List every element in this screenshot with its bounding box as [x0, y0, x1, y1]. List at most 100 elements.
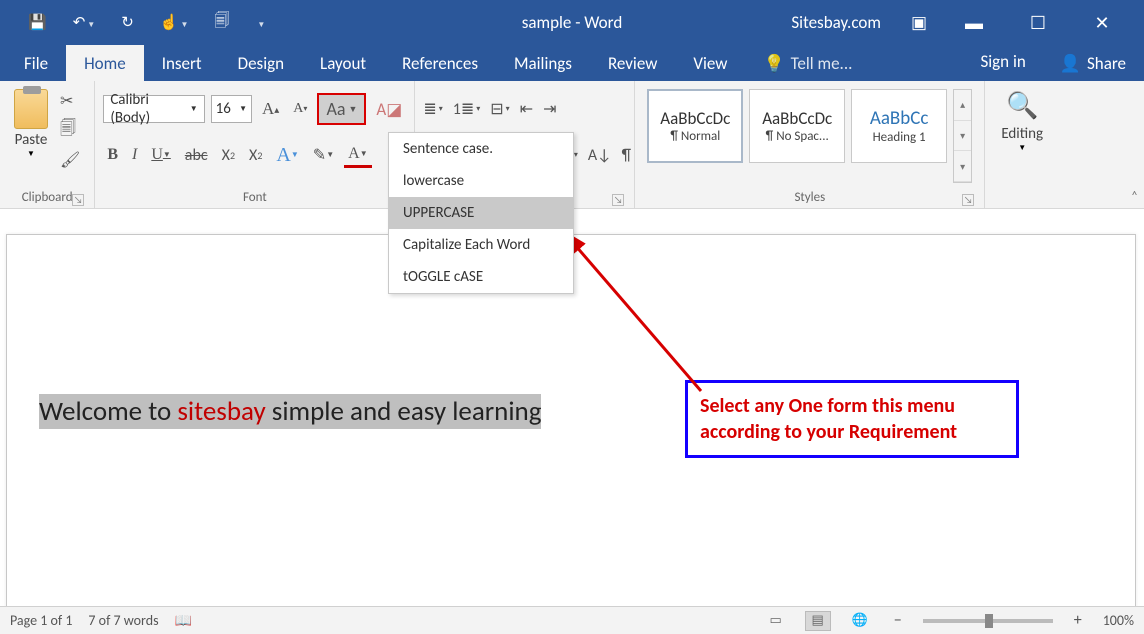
paragraph-launcher-icon[interactable]: ↘: [612, 194, 624, 206]
style-normal[interactable]: AaBbCcDc ¶ Normal: [647, 89, 743, 163]
editing-label[interactable]: Editing: [1001, 125, 1043, 143]
find-icon[interactable]: 🔍: [1006, 89, 1038, 121]
styles-gallery-more[interactable]: ▴ ▾ ▾: [953, 89, 972, 183]
chevron-down-icon: ▼: [348, 104, 357, 115]
minimize-icon[interactable]: ▬: [957, 12, 991, 34]
share-button[interactable]: 👤 Share: [1042, 45, 1144, 81]
maximize-icon[interactable]: ☐: [1021, 12, 1055, 34]
paste-label: Paste: [15, 131, 48, 149]
collapse-ribbon-icon[interactable]: ˄: [1131, 189, 1138, 204]
document-text[interactable]: Welcome to sitesbay simple and easy lear…: [39, 395, 541, 428]
undo-icon[interactable]: ↶▼: [65, 7, 104, 38]
print-layout-icon[interactable]: ▤: [805, 611, 831, 631]
cut-icon[interactable]: ✂: [60, 91, 80, 111]
show-marks-icon[interactable]: ¶: [622, 146, 631, 165]
change-case-menu: Sentence case. lowercase UPPERCASE Capit…: [388, 132, 574, 294]
superscript-button[interactable]: X2: [245, 144, 266, 167]
numbering-icon[interactable]: 1≣▾: [453, 99, 481, 119]
share-label: Share: [1087, 53, 1126, 74]
tab-references[interactable]: References: [384, 45, 496, 81]
tell-me-label: Tell me...: [791, 53, 853, 74]
font-size-selector[interactable]: 16▼: [211, 95, 252, 123]
menu-sentence-case[interactable]: Sentence case.: [389, 133, 573, 165]
font-color-icon[interactable]: A▼: [344, 143, 371, 168]
strikethrough-button[interactable]: abc: [181, 144, 212, 167]
web-layout-icon[interactable]: 🌐: [847, 611, 873, 631]
font-name-selector[interactable]: Calibri (Body)▼: [103, 95, 204, 123]
style-sample: AaBbCcDc: [762, 108, 832, 129]
title-bar: 💾 ↶▼ ↻ ☝▼ 🗐 ▼ sample - Word Sitesbay.com…: [0, 0, 1144, 45]
group-styles: AaBbCcDc ¶ Normal AaBbCcDc ¶ No Spac... …: [635, 81, 985, 208]
menu-lowercase[interactable]: lowercase: [389, 165, 573, 197]
spellcheck-icon[interactable]: 📖: [175, 612, 192, 629]
status-bar: Page 1 of 1 7 of 7 words 📖 ▭ ▤ 🌐 − + 100…: [0, 606, 1144, 634]
paste-caret-icon: ▼: [27, 149, 35, 159]
increase-indent-icon[interactable]: ⇥: [543, 99, 556, 119]
zoom-slider[interactable]: [923, 619, 1053, 623]
copy-icon[interactable]: 🗐: [60, 117, 80, 144]
brand-text: Sitesbay.com: [791, 12, 881, 33]
qat-customize-icon[interactable]: ▼: [247, 8, 273, 38]
ribbon-display-icon[interactable]: ▣: [911, 12, 927, 33]
status-words[interactable]: 7 of 7 words: [88, 612, 158, 629]
tab-design[interactable]: Design: [220, 45, 302, 81]
share-icon: 👤: [1060, 53, 1081, 74]
tab-mailings[interactable]: Mailings: [496, 45, 590, 81]
tab-layout[interactable]: Layout: [302, 45, 384, 81]
underline-button[interactable]: U ▼: [147, 144, 174, 166]
zoom-in-button[interactable]: +: [1069, 611, 1087, 630]
tab-insert[interactable]: Insert: [144, 45, 220, 81]
clipboard-launcher-icon[interactable]: ↘: [72, 194, 84, 206]
font-group-label: Font ↘: [103, 187, 406, 208]
italic-button[interactable]: I: [128, 144, 141, 166]
style-heading1[interactable]: AaBbCc Heading 1: [851, 89, 947, 163]
change-case-label: Aa: [326, 98, 345, 120]
multilevel-list-icon[interactable]: ⊟▾: [490, 99, 509, 119]
shrink-font-icon[interactable]: A▾: [289, 99, 311, 119]
doc-text-post: simple and easy learning: [266, 395, 542, 428]
bold-button[interactable]: B: [103, 144, 122, 166]
expand-gallery-icon[interactable]: ▾: [954, 151, 971, 182]
subscript-button[interactable]: X2: [218, 144, 239, 167]
paste-button[interactable]: Paste ▼: [8, 85, 54, 187]
change-case-button[interactable]: Aa ▼: [317, 93, 366, 125]
status-page[interactable]: Page 1 of 1: [10, 612, 72, 629]
sign-in-link[interactable]: Sign in: [964, 45, 1041, 81]
format-painter-icon[interactable]: 🖌: [60, 150, 80, 170]
sort-icon[interactable]: A↓: [588, 146, 612, 165]
style-name: ¶ Normal: [670, 129, 720, 144]
tab-file[interactable]: File: [0, 45, 66, 81]
bullets-icon[interactable]: ≣▾: [423, 99, 442, 119]
read-mode-icon[interactable]: ▭: [763, 611, 789, 631]
close-icon[interactable]: ✕: [1085, 12, 1119, 34]
clear-formatting-icon[interactable]: A◪: [372, 97, 406, 122]
zoom-out-button[interactable]: −: [889, 611, 907, 630]
tab-view[interactable]: View: [675, 45, 745, 81]
menu-toggle-case[interactable]: tOGGLE cASE: [389, 261, 573, 293]
tab-home[interactable]: Home: [66, 45, 144, 81]
ribbon-tabs: File Home Insert Design Layout Reference…: [0, 45, 1144, 81]
touch-mode-icon[interactable]: ☝▼: [152, 7, 197, 38]
grow-font-icon[interactable]: A▴: [258, 97, 283, 121]
scroll-up-icon[interactable]: ▴: [954, 90, 971, 121]
highlight-icon[interactable]: ✎▼: [309, 143, 338, 167]
zoom-slider-thumb[interactable]: [985, 614, 993, 628]
redo-icon[interactable]: ↻: [113, 7, 142, 38]
save-icon[interactable]: 💾: [20, 7, 55, 38]
decrease-indent-icon[interactable]: ⇤: [520, 99, 533, 119]
editing-caret-icon: ▼: [1018, 143, 1026, 153]
text-effects-icon[interactable]: A▼: [272, 142, 302, 169]
style-no-spacing[interactable]: AaBbCcDc ¶ No Spac...: [749, 89, 845, 163]
menu-uppercase[interactable]: UPPERCASE: [389, 197, 573, 229]
doc-text-pre: Welcome to: [39, 395, 177, 428]
tell-me-search[interactable]: 💡 Tell me...: [745, 45, 870, 81]
print-preview-icon[interactable]: 🗐: [206, 4, 237, 41]
styles-launcher-icon[interactable]: ↘: [962, 194, 974, 206]
scroll-down-icon[interactable]: ▾: [954, 121, 971, 152]
zoom-level[interactable]: 100%: [1103, 612, 1134, 629]
tab-review[interactable]: Review: [590, 45, 675, 81]
group-clipboard: Paste ▼ ✂ 🗐 🖌 Clipboard ↘: [0, 81, 95, 208]
font-name-value: Calibri (Body): [110, 91, 189, 127]
menu-capitalize-each-word[interactable]: Capitalize Each Word: [389, 229, 573, 261]
quick-access-toolbar: 💾 ↶▼ ↻ ☝▼ 🗐 ▼: [0, 4, 273, 41]
